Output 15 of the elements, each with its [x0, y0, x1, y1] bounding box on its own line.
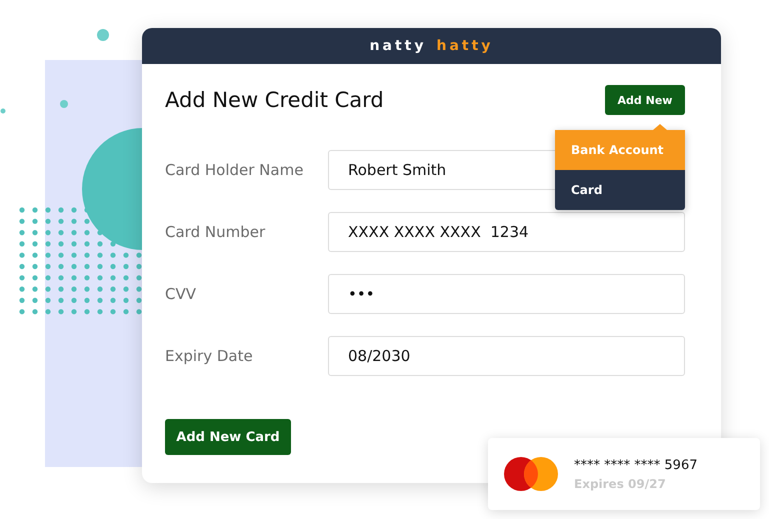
logo-text: natty: [370, 38, 426, 54]
form-title: Add New Credit Card: [165, 88, 384, 112]
add-new-button[interactable]: Add New: [605, 85, 685, 115]
field-label: Expiry Date: [165, 347, 254, 365]
input-field[interactable]: •••: [328, 274, 685, 314]
menu-item[interactable]: Card: [555, 170, 685, 210]
field-label: CVV: [165, 285, 197, 303]
card-brand-icon: [504, 457, 558, 491]
add-card-button[interactable]: Add New Card: [165, 419, 291, 455]
field-label: Card Holder Name: [165, 161, 304, 179]
input-field[interactable]: XXXX XXXX XXXX 1234: [328, 212, 685, 252]
card-number: **** **** **** 5967: [574, 458, 698, 472]
input-field[interactable]: 08/2030: [328, 336, 685, 376]
field-label: Card Number: [165, 223, 266, 241]
logo-text: hatty: [436, 38, 494, 54]
